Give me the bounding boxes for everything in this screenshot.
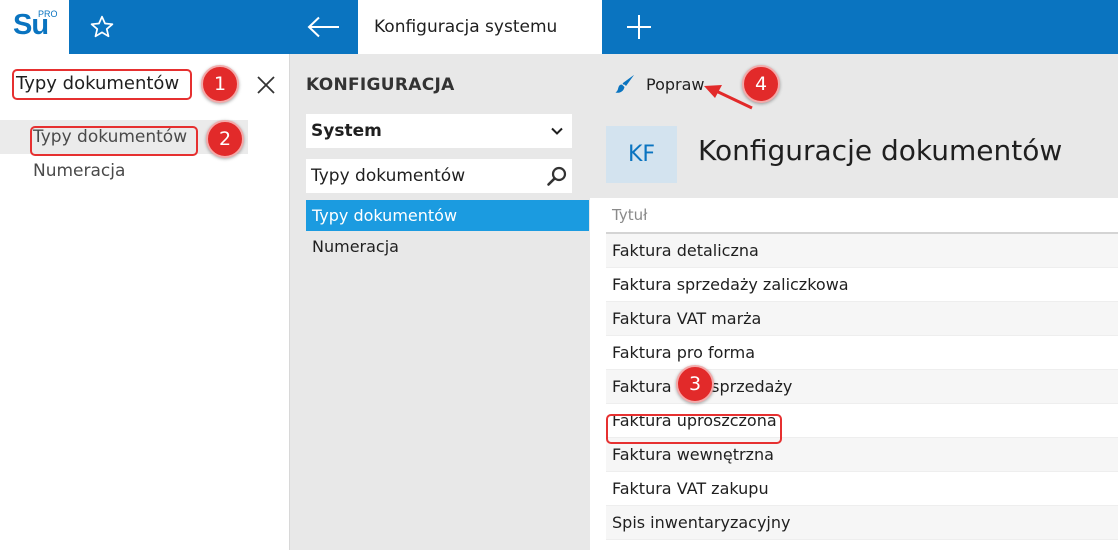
annotation-badge-1: 1 <box>201 65 239 103</box>
config-panel: KONFIGURACJA System Typy dokumentów Typy… <box>290 54 590 550</box>
page-title: Konfiguracje dokumentów <box>698 134 1063 167</box>
main-content: Popraw KF Konfiguracje dokumentów Tytuł … <box>590 54 1118 550</box>
page-header: KF Konfiguracje dokumentów <box>590 112 1118 198</box>
config-filter-value: Typy dokumentów <box>311 166 466 186</box>
arrow-left-icon <box>307 16 339 38</box>
nav-item-typy-dokumentow[interactable]: Typy dokumentów <box>306 200 589 231</box>
module-badge: KF <box>606 126 677 183</box>
table-row[interactable]: Faktura VAT zakupu <box>606 472 1118 506</box>
annotation-badge-3: 3 <box>676 365 714 403</box>
config-section-title: KONFIGURACJA <box>306 75 455 95</box>
favorites-button[interactable] <box>69 0 135 54</box>
table-row[interactable]: Faktura VAT marża <box>606 302 1118 336</box>
close-icon <box>257 76 275 94</box>
column-header-label: Tytuł <box>612 206 648 224</box>
table-cell-tytul: Spis inwentaryzacyjny <box>612 513 791 532</box>
config-filter-input[interactable]: Typy dokumentów <box>306 159 572 193</box>
toolbar: Popraw <box>590 54 1118 112</box>
top-bar: Su PRO Konfiguracja systemu <box>0 0 1118 54</box>
tab-label: Konfiguracja systemu <box>374 17 558 37</box>
annotation-box-result <box>30 126 198 156</box>
annotation-arrow-icon <box>704 85 753 110</box>
nav-item-label: Numeracja <box>312 237 399 256</box>
table-cell-tytul: Faktura detaliczna <box>612 241 759 260</box>
back-button[interactable] <box>290 0 358 54</box>
annotation-box-search <box>12 69 192 100</box>
search-result-label: Numeracja <box>33 161 126 181</box>
logo-pro-label: PRO <box>38 9 58 19</box>
module-select-value: System <box>311 121 382 141</box>
table-cell-tytul: Faktura VAT zakupu <box>612 479 769 498</box>
config-nav-list: Typy dokumentów Numeracja <box>306 200 589 262</box>
table-row[interactable]: Faktura sprzedaży zaliczkowa <box>606 268 1118 302</box>
nav-item-numeracja[interactable]: Numeracja <box>306 231 589 262</box>
annotation-badge-2: 2 <box>206 120 244 158</box>
app-logo[interactable]: Su PRO <box>0 0 69 54</box>
module-select[interactable]: System <box>306 114 572 148</box>
edit-button-label: Popraw <box>646 74 705 94</box>
table-row[interactable]: Faktura detaliczna <box>606 234 1118 268</box>
annotation-box-row <box>606 414 782 444</box>
top-bar-spacer <box>135 0 290 54</box>
column-header-tytul[interactable]: Tytuł <box>606 198 1118 234</box>
table-cell-tytul: Faktura sprzedaży zaliczkowa <box>612 275 849 294</box>
table-cell-tytul: Faktura pro forma <box>612 343 756 362</box>
search-result-numeracja[interactable]: Numeracja <box>0 154 290 188</box>
plus-icon <box>627 15 651 39</box>
table-row[interactable]: Spis inwentaryzacyjny <box>606 506 1118 540</box>
new-tab-button[interactable] <box>604 0 674 54</box>
brush-icon <box>615 75 634 93</box>
tab-konfiguracja-systemu[interactable]: Konfiguracja systemu <box>358 0 602 54</box>
chevron-down-icon <box>551 127 563 135</box>
table-cell-tytul: Faktura VAT marża <box>612 309 762 328</box>
table-row[interactable]: Faktura pro forma <box>606 336 1118 370</box>
clear-search-button[interactable] <box>252 71 280 99</box>
table-cell-tytul: Faktura wewnętrzna <box>612 445 774 464</box>
nav-item-label: Typy dokumentów <box>312 206 458 225</box>
edit-button[interactable]: Popraw <box>614 70 705 98</box>
search-icon[interactable] <box>546 165 568 187</box>
star-icon <box>90 15 114 38</box>
